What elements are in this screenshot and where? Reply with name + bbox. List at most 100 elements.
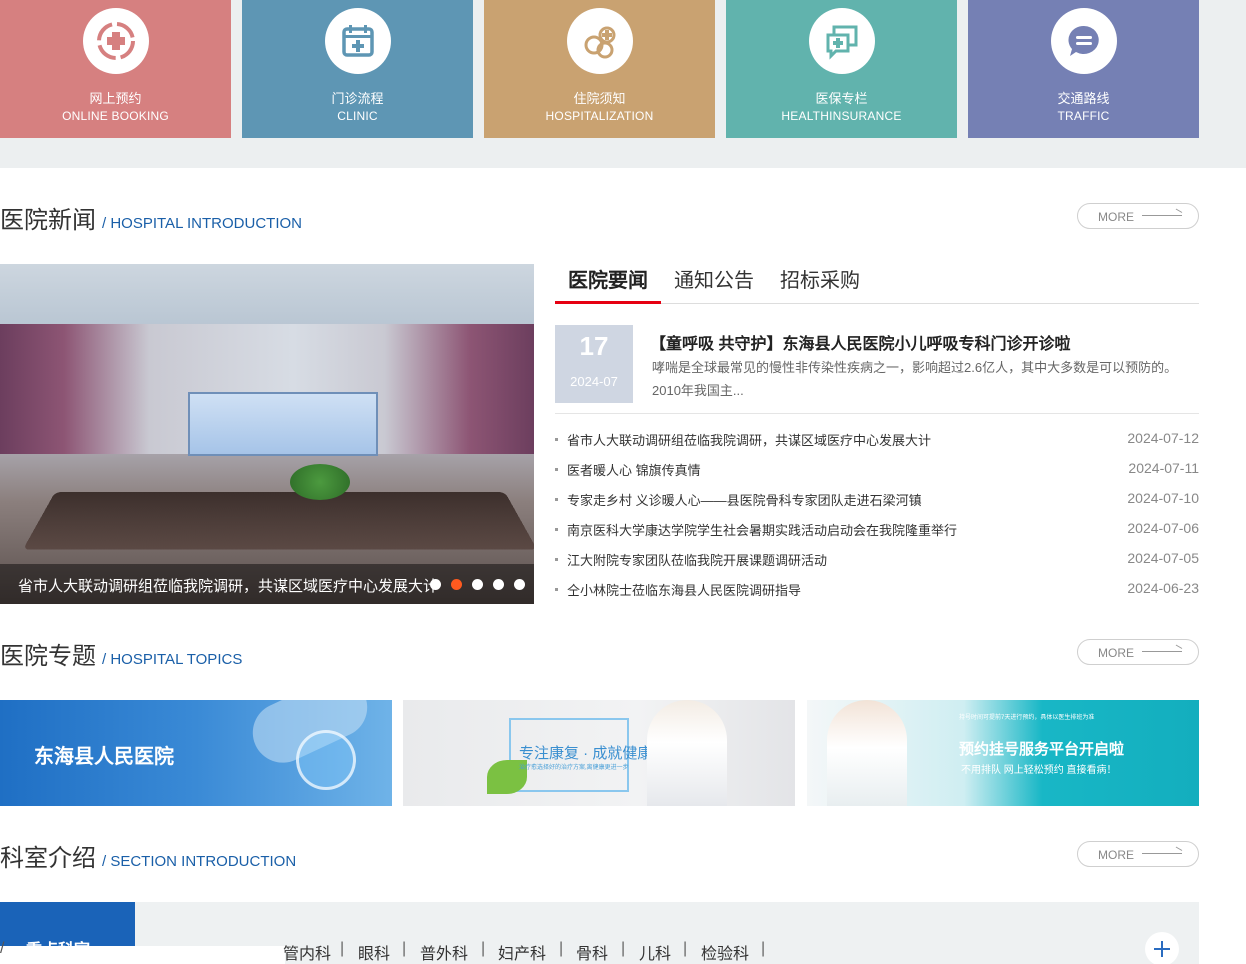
depts-more-button[interactable]: MORE [1077,841,1199,867]
news-date: 2024-06-23 [1127,580,1199,596]
section-title: 医院专题 [0,642,96,670]
hospital-cross-icon [566,8,633,74]
dept-link[interactable]: 管内科 [283,940,331,964]
calendar-plus-icon [324,8,391,74]
banner-title: 东海县人民医院 [34,744,174,768]
news-title[interactable]: 专家走乡村 义诊暖人心——县医院骨科专家团队走进石梁河镇 [567,490,922,509]
quick-link-cn-label: 住院须知 [573,91,626,106]
dept-link[interactable]: 妇产科 [498,940,546,964]
section-subtitle: / HOSPITAL INTRODUCTION [102,215,303,232]
quick-link-traffic[interactable]: 交通路线 TRAFFIC [968,0,1199,138]
slider-photo-screen [188,392,378,456]
quick-link-online-booking[interactable]: 网上预约 ONLINE BOOKING [0,0,231,138]
news-date: 2024-07-05 [1127,550,1199,566]
bullet-icon [555,438,558,441]
slider-dot[interactable] [430,579,441,590]
dept-separator: | [402,940,407,957]
topic-banner-rehab[interactable]: 专注康复 · 成就健康 治疗愈选择好的治疗方案,离健康更进一步 [403,700,795,806]
bullet-icon [555,588,558,591]
quick-link-health-insurance[interactable]: 医保专栏 HEALTHINSURANCE [726,0,957,138]
featured-title[interactable]: 【童呼吸 共守护】东海县人民医院小儿呼吸专科门诊开诊啦 [650,330,1070,354]
banner-subtitle: 不用排队 网上轻松预约 直接看病！ [961,765,1117,776]
quick-link-en-label: HOSPITALIZATION [545,109,654,123]
news-more-button[interactable]: MORE [1077,203,1199,229]
dept-link[interactable]: 眼科 [358,940,390,964]
banner-top-note: 持号时间可提前7天进行预约，具体以医生排班为准 [959,715,1095,721]
banner-nurse-graphic [827,700,907,806]
arrow-right-icon [1142,853,1182,854]
topics-more-button[interactable]: MORE [1077,639,1199,665]
dept-separator: | [340,940,345,957]
topics-section-heading: 医院专题 / HOSPITAL TOPICS [0,636,242,670]
news-title[interactable]: 医者暖人心 锦旗传真情 [567,460,701,479]
news-title[interactable]: 南京医科大学康达学院学生社会暑期实践活动启动会在我院隆重举行 [567,520,957,539]
department-overlay [0,946,285,964]
quick-link-cn-label: 医保专栏 [815,91,868,106]
tab-hospital-news[interactable]: 医院要闻 [568,264,648,293]
section-subtitle: / SECTION INTRODUCTION [102,853,297,870]
banner-title: 预约挂号服务平台开启啦 [959,741,1125,758]
dept-separator: | [621,940,626,957]
news-list-item[interactable]: 南京医科大学康达学院学生社会暑期实践活动启动会在我院隆重举行 2024-07-0… [555,518,1199,540]
news-list-item[interactable]: 医者暖人心 锦旗传真情 2024-07-11 [555,458,1199,480]
depts-section-heading: 科室介绍 / SECTION INTRODUCTION [0,838,296,872]
slider-dot[interactable] [493,579,504,590]
featured-summary: 哮喘是全球最常见的慢性非传染性疾病之一，影响超过2.6亿人，其中大多数是可以预防… [652,360,1178,398]
quick-link-en-label: ONLINE BOOKING [62,109,169,123]
slider-photo-table [22,492,534,550]
more-label: MORE [1098,848,1134,862]
news-list-item[interactable]: 仝小林院士莅临东海县人民医院调研指导 2024-06-23 [555,578,1199,600]
section-title: 科室介绍 [0,844,96,872]
dept-separator: | [481,940,486,957]
quick-link-hospitalization[interactable]: 住院须知 HOSPITALIZATION [484,0,715,138]
department-cut-text: / [0,940,5,957]
slider-dot[interactable] [472,579,483,590]
more-label: MORE [1098,210,1134,224]
bullet-icon [555,468,558,471]
news-list-item[interactable]: 江大附院专家团队莅临我院开展课题调研活动 2024-07-05 [555,548,1199,570]
dept-separator: | [559,940,564,957]
arrow-right-icon [1142,215,1182,216]
slider-dot-active[interactable] [451,579,462,590]
news-title[interactable]: 仝小林院士莅临东海县人民医院调研指导 [567,580,801,599]
speech-bubble-icon [1050,8,1117,74]
news-slider[interactable]: 省市人大联动调研组莅临我院调研，共谋区域医疗中心发展大计 [0,264,534,604]
quick-link-en-label: HEALTHINSURANCE [781,109,902,123]
banner-doctor-graphic [647,700,727,806]
featured-day: 17 [579,331,609,361]
news-title[interactable]: 江大附院专家团队莅临我院开展课题调研活动 [567,550,827,569]
quick-link-en-label: TRAFFIC [1057,109,1110,123]
slider-dot[interactable] [514,579,525,590]
section-subtitle: / HOSPITAL TOPICS [102,651,243,668]
dept-link[interactable]: 骨科 [576,940,608,964]
featured-departments-tab[interactable]: 重点科室 [0,902,135,959]
news-title[interactable]: 省市人大联动调研组莅临我院调研，共谋区域医疗中心发展大计 [567,430,931,449]
slider-caption[interactable]: 省市人大联动调研组莅临我院调研，共谋区域医疗中心发展大计 [18,575,438,596]
quick-link-en-label: CLINIC [337,109,378,123]
quick-link-cn-label: 门诊流程 [331,91,384,106]
quick-link-clinic[interactable]: 门诊流程 CLINIC [242,0,473,138]
dept-separator: | [761,940,766,957]
news-date: 2024-07-06 [1127,520,1199,536]
bullet-icon [555,528,558,531]
topic-banner-hospital[interactable]: 东海县人民医院 [0,700,392,806]
news-list-item[interactable]: 省市人大联动调研组莅临我院调研，共谋区域医疗中心发展大计 2024-07-12 [555,428,1199,450]
topic-banner-appointment[interactable]: 持号时间可提前7天进行预约，具体以医生排班为准 预约挂号服务平台开启啦 不用排队… [807,700,1199,806]
bullet-icon [555,498,558,501]
more-label: MORE [1098,646,1134,660]
news-list-item[interactable]: 专家走乡村 义诊暖人心——县医院骨科专家团队走进石梁河镇 2024-07-10 [555,488,1199,510]
dept-link[interactable]: 儿科 [639,940,671,964]
featured-date-badge: 17 2024-07 [555,325,633,403]
tab-procurement[interactable]: 招标采购 [780,264,860,293]
arrow-right-icon [1142,651,1182,652]
tab-notices[interactable]: 通知公告 [674,264,754,293]
dept-link[interactable]: 检验科 [701,940,749,964]
quick-link-cn-label: 交通路线 [1057,91,1110,106]
dept-link[interactable]: 普外科 [420,940,468,964]
expand-plus-icon[interactable] [1145,932,1179,964]
news-date: 2024-07-11 [1128,460,1199,476]
section-title: 医院新闻 [0,206,96,234]
medical-cross-circle-icon [82,8,149,74]
news-section-heading: 医院新闻 / HOSPITAL INTRODUCTION [0,200,302,234]
featured-year-month: 2024-07 [570,374,618,389]
